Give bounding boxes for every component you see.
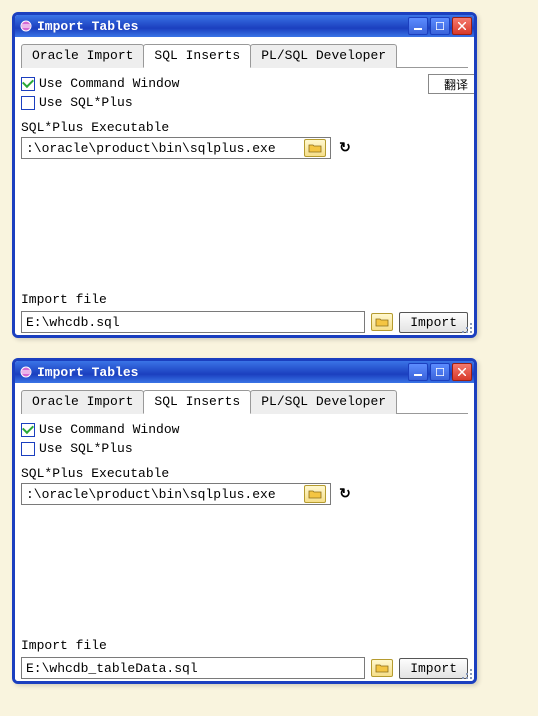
use-command-window-checkbox[interactable] — [21, 423, 35, 437]
sqlplus-executable-value: :\oracle\product\bin\sqlplus.exe — [26, 487, 276, 502]
tab-plsql-developer[interactable]: PL/SQL Developer — [250, 44, 397, 68]
minimize-button[interactable] — [408, 17, 428, 35]
tab-strip: Oracle Import SQL Inserts PL/SQL Develop… — [21, 389, 468, 414]
app-icon — [19, 19, 33, 33]
resize-grip[interactable] — [460, 667, 472, 679]
tab-oracle-import[interactable]: Oracle Import — [21, 390, 144, 414]
import-file-field[interactable]: E:\whcdb_tableData.sql — [21, 657, 365, 679]
reload-icon[interactable]: ↻ — [337, 486, 353, 502]
import-tables-window: Import Tables Oracle Import SQL Inserts … — [12, 358, 477, 684]
use-command-window-label: Use Command Window — [39, 422, 179, 437]
sqlplus-executable-label: SQL*Plus Executable — [21, 466, 468, 481]
translate-button[interactable]: 翻译 — [428, 74, 477, 94]
use-command-window-label: Use Command Window — [39, 76, 179, 91]
titlebar[interactable]: Import Tables — [15, 361, 474, 383]
use-command-window-checkbox[interactable] — [21, 77, 35, 91]
titlebar[interactable]: Import Tables — [15, 15, 474, 37]
import-file-field[interactable]: E:\whcdb.sql — [21, 311, 365, 333]
use-sqlplus-checkbox[interactable] — [21, 442, 35, 456]
import-file-value: E:\whcdb_tableData.sql — [26, 661, 198, 676]
import-file-label: Import file — [21, 292, 468, 307]
window-title: Import Tables — [37, 365, 408, 380]
tab-plsql-developer[interactable]: PL/SQL Developer — [250, 390, 397, 414]
import-file-label: Import file — [21, 638, 468, 653]
sqlplus-executable-value: :\oracle\product\bin\sqlplus.exe — [26, 141, 276, 156]
tab-sql-inserts[interactable]: SQL Inserts — [143, 390, 251, 414]
sqlplus-browse-button[interactable] — [304, 485, 326, 503]
reload-icon[interactable]: ↻ — [337, 140, 353, 156]
use-sqlplus-label: Use SQL*Plus — [39, 95, 133, 110]
close-button[interactable] — [452, 17, 472, 35]
import-button[interactable]: Import — [399, 658, 468, 679]
import-file-browse-button[interactable] — [371, 313, 393, 331]
sqlplus-executable-field[interactable]: :\oracle\product\bin\sqlplus.exe — [21, 483, 331, 505]
import-tables-window: Import Tables Oracle Import SQL Inserts … — [12, 12, 477, 338]
import-file-value: E:\whcdb.sql — [26, 315, 120, 330]
sqlplus-browse-button[interactable] — [304, 139, 326, 157]
resize-grip[interactable] — [460, 321, 472, 333]
import-button[interactable]: Import — [399, 312, 468, 333]
use-sqlplus-checkbox[interactable] — [21, 96, 35, 110]
tab-strip: Oracle Import SQL Inserts PL/SQL Develop… — [21, 43, 468, 68]
import-file-browse-button[interactable] — [371, 659, 393, 677]
tab-oracle-import[interactable]: Oracle Import — [21, 44, 144, 68]
close-button[interactable] — [452, 363, 472, 381]
use-sqlplus-label: Use SQL*Plus — [39, 441, 133, 456]
window-title: Import Tables — [37, 19, 408, 34]
minimize-button[interactable] — [408, 363, 428, 381]
sqlplus-executable-field[interactable]: :\oracle\product\bin\sqlplus.exe — [21, 137, 331, 159]
app-icon — [19, 365, 33, 379]
maximize-button[interactable] — [430, 363, 450, 381]
tab-sql-inserts[interactable]: SQL Inserts — [143, 44, 251, 68]
sqlplus-executable-label: SQL*Plus Executable — [21, 120, 468, 135]
maximize-button[interactable] — [430, 17, 450, 35]
